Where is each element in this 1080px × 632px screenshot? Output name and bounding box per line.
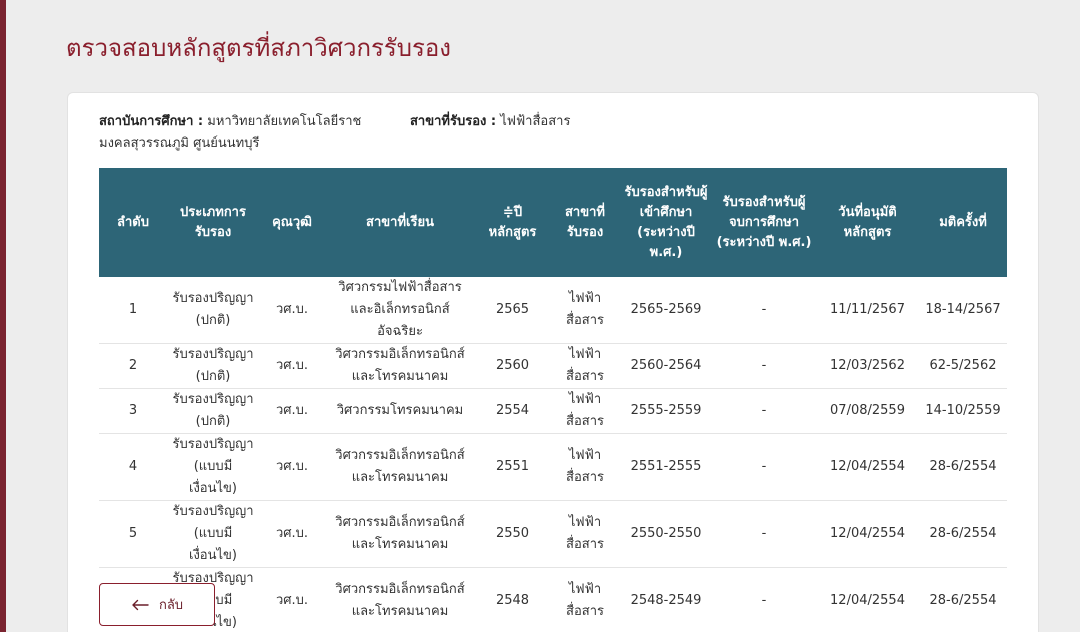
cell-entry-years: 2565-2569 xyxy=(620,277,712,344)
cell-resolution: 14-10/2559 xyxy=(919,388,1007,434)
cell-certified-branch: ไฟฟ้าสื่อสาร xyxy=(550,500,620,568)
cell-study-field: วิศวกรรมอิเล็กทรอนิกส์และโทรคมนาคม xyxy=(325,343,475,389)
curriculum-table: ลำดับ ประเภทการรับรอง คุณวุฒิ สาขาที่เรี… xyxy=(99,168,1007,632)
cell-degree: วศ.บ. xyxy=(259,433,325,501)
table-row: 5 รับรองปริญญา (แบบมีเงื่อนไข) วศ.บ. วิศ… xyxy=(99,500,1007,568)
cell-resolution: 28-6/2554 xyxy=(919,500,1007,568)
cell-resolution: 28-6/2554 xyxy=(919,567,1007,632)
cell-curriculum-year: 2550 xyxy=(475,500,550,568)
cell-certified-branch: ไฟฟ้าสื่อสาร xyxy=(550,343,620,389)
arrow-left-icon xyxy=(132,599,149,610)
cell-graduate-years: - xyxy=(712,567,816,632)
header-resolution: มติครั้งที่ xyxy=(919,168,1007,277)
institution-label: สถาบันการศึกษา : xyxy=(99,114,204,129)
cell-graduate-years: - xyxy=(712,388,816,434)
cell-certified-branch: ไฟฟ้าสื่อสาร xyxy=(550,388,620,434)
header-order: ลำดับ xyxy=(99,168,167,277)
cell-degree: วศ.บ. xyxy=(259,388,325,434)
cell-graduate-years: - xyxy=(712,277,816,344)
header-entry-years: รับรองสำหรับผู้เข้าศึกษา (ระหว่างปี พ.ศ.… xyxy=(620,168,712,277)
back-button[interactable]: กลับ xyxy=(99,583,215,626)
cell-resolution: 28-6/2554 xyxy=(919,433,1007,501)
cell-study-field: วิศวกรรมอิเล็กทรอนิกส์และโทรคมนาคม xyxy=(325,500,475,568)
cell-certified-branch: ไฟฟ้าสื่อสาร xyxy=(550,433,620,501)
cell-degree: วศ.บ. xyxy=(259,567,325,632)
table-row: 4 รับรองปริญญา (แบบมีเงื่อนไข) วศ.บ. วิศ… xyxy=(99,433,1007,501)
cell-approval-date: 12/03/2562 xyxy=(816,343,919,389)
content-card: สถาบันการศึกษา : มหาวิทยาลัยเทคโนโลยีราช… xyxy=(67,92,1039,632)
cell-study-field: วิศวกรรมไฟฟ้าสื่อสารและอิเล็กทรอนิกส์อัจ… xyxy=(325,277,475,344)
table-row: 1 รับรองปริญญา (ปกติ) วศ.บ. วิศวกรรมไฟฟ้… xyxy=(99,277,1007,344)
cell-entry-years: 2550-2550 xyxy=(620,500,712,568)
cell-approval-date: 12/04/2554 xyxy=(816,567,919,632)
cell-curriculum-year: 2554 xyxy=(475,388,550,434)
cell-approval-date: 07/08/2559 xyxy=(816,388,919,434)
cell-entry-years: 2551-2555 xyxy=(620,433,712,501)
cell-degree: วศ.บ. xyxy=(259,277,325,344)
cell-study-field: วิศวกรรมอิเล็กทรอนิกส์และโทรคมนาคม xyxy=(325,433,475,501)
cell-curriculum-year: 2551 xyxy=(475,433,550,501)
cell-curriculum-year: 2548 xyxy=(475,567,550,632)
left-accent-strip xyxy=(0,0,6,632)
cell-order: 4 xyxy=(99,433,167,501)
cell-certified-branch: ไฟฟ้าสื่อสาร xyxy=(550,277,620,344)
page-title: ตรวจสอบหลักสูตรที่สภาวิศวกรรับรอง xyxy=(66,34,452,62)
header-graduate-years: รับรองสำหรับผู้จบการศึกษา (ระหว่างปี พ.ศ… xyxy=(712,168,816,277)
header-accreditation-type: ประเภทการรับรอง xyxy=(167,168,259,277)
cell-degree: วศ.บ. xyxy=(259,343,325,389)
cell-curriculum-year: 2565 xyxy=(475,277,550,344)
cell-approval-date: 12/04/2554 xyxy=(816,433,919,501)
header-study-field: สาขาที่เรียน xyxy=(325,168,475,277)
cell-entry-years: 2560-2564 xyxy=(620,343,712,389)
table-header: ลำดับ ประเภทการรับรอง คุณวุฒิ สาขาที่เรี… xyxy=(99,168,1007,277)
branch-label: สาขาที่รับรอง : xyxy=(410,114,497,129)
cell-order: 1 xyxy=(99,277,167,344)
cell-accreditation-type: รับรองปริญญา (แบบมีเงื่อนไข) xyxy=(167,433,259,501)
cell-certified-branch: ไฟฟ้าสื่อสาร xyxy=(550,567,620,632)
cell-graduate-years: - xyxy=(712,343,816,389)
table-row: 2 รับรองปริญญา (ปกติ) วศ.บ. วิศวกรรมอิเล… xyxy=(99,343,1007,389)
cell-degree: วศ.บ. xyxy=(259,500,325,568)
cell-accreditation-type: รับรองปริญญา (ปกติ) xyxy=(167,277,259,344)
cell-order: 3 xyxy=(99,388,167,434)
header-degree: คุณวุฒิ xyxy=(259,168,325,277)
branch-value: ไฟฟ้าสื่อสาร xyxy=(500,114,571,129)
institution-info: สถาบันการศึกษา : มหาวิทยาลัยเทคโนโลยีราช… xyxy=(99,111,369,155)
header-certified-branch: สาขาที่รับรอง xyxy=(550,168,620,277)
cell-entry-years: 2555-2559 xyxy=(620,388,712,434)
header-approval-date: วันที่อนุมัติหลักสูตร xyxy=(816,168,919,277)
cell-resolution: 62-5/2562 xyxy=(919,343,1007,389)
cell-entry-years: 2548-2549 xyxy=(620,567,712,632)
cell-curriculum-year: 2560 xyxy=(475,343,550,389)
cell-accreditation-type: รับรองปริญญา (ปกติ) xyxy=(167,388,259,434)
cell-approval-date: 11/11/2567 xyxy=(816,277,919,344)
cell-approval-date: 12/04/2554 xyxy=(816,500,919,568)
cell-accreditation-type: รับรองปริญญา (แบบมีเงื่อนไข) xyxy=(167,500,259,568)
header-curriculum-year[interactable]: ≑ปี หลักสูตร xyxy=(475,168,550,277)
cell-resolution: 18-14/2567 xyxy=(919,277,1007,344)
table-body: 1 รับรองปริญญา (ปกติ) วศ.บ. วิศวกรรมไฟฟ้… xyxy=(99,277,1007,632)
back-button-label: กลับ xyxy=(158,598,184,613)
table-row: 6 รับรองปริญญา (แบบมีเงื่อนไข) วศ.บ. วิศ… xyxy=(99,567,1007,632)
cell-study-field: วิศวกรรมโทรคมนาคม xyxy=(325,388,475,434)
branch-info: สาขาที่รับรอง : ไฟฟ้าสื่อสาร xyxy=(410,111,710,133)
cell-accreditation-type: รับรองปริญญา (ปกติ) xyxy=(167,343,259,389)
cell-graduate-years: - xyxy=(712,500,816,568)
cell-order: 2 xyxy=(99,343,167,389)
cell-graduate-years: - xyxy=(712,433,816,501)
table-row: 3 รับรองปริญญา (ปกติ) วศ.บ. วิศวกรรมโทรค… xyxy=(99,388,1007,434)
cell-study-field: วิศวกรรมอิเล็กทรอนิกส์และโทรคมนาคม xyxy=(325,567,475,632)
cell-order: 5 xyxy=(99,500,167,568)
